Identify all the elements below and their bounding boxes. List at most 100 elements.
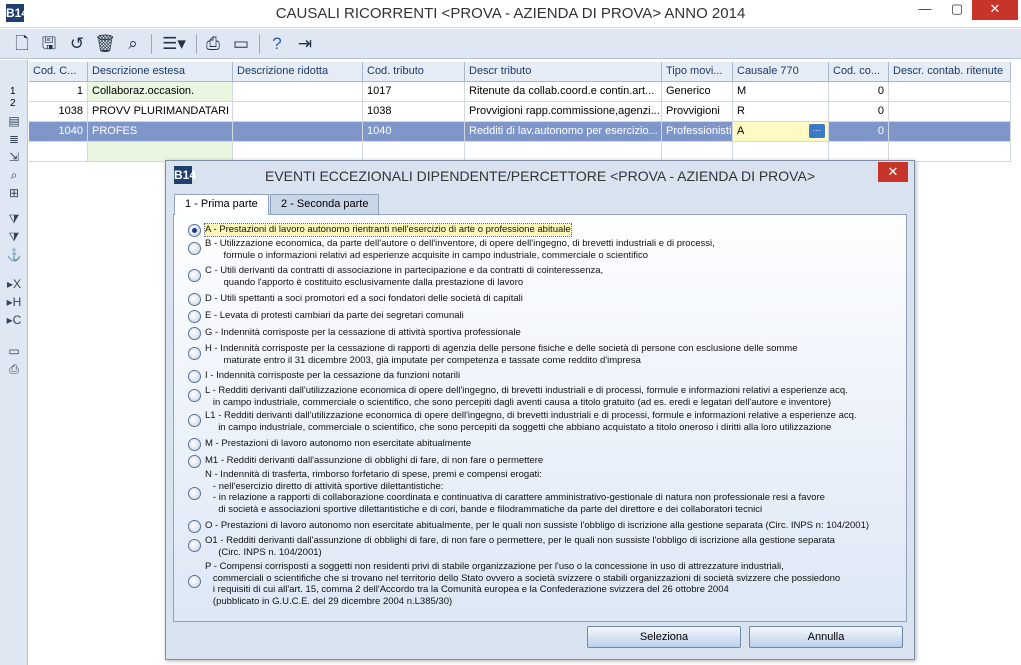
table-row-empty[interactable]	[29, 142, 1011, 162]
grid-cell[interactable]: Provvigioni	[662, 102, 733, 122]
table-row[interactable]: 1 Collaboraz.occasion. 1017 Ritenute da …	[29, 82, 1011, 102]
radio-button[interactable]	[188, 539, 201, 552]
help-icon[interactable]: ?	[265, 32, 289, 56]
find-icon[interactable]: ⌕	[121, 32, 145, 56]
new-icon[interactable]: 🗋	[10, 32, 34, 56]
sort-x-icon[interactable]: ▸X	[4, 276, 24, 292]
grid-cell[interactable]	[889, 122, 1011, 142]
column-header[interactable]: Descr. contab. ritenute	[889, 62, 1011, 82]
table-row[interactable]: 1038 PROVV PLURIMANDATARI 1038 Provvigio…	[29, 102, 1011, 122]
column-header[interactable]: Descr tributo	[465, 62, 662, 82]
undo-icon[interactable]: ↺	[65, 32, 89, 56]
dialog-title: EVENTI ECCEZIONALI DIPENDENTE/PERCETTORE…	[264, 168, 815, 184]
filter-clear-icon[interactable]: ⧩	[4, 229, 24, 245]
grid-cell[interactable]: 0	[829, 102, 889, 122]
radio-button[interactable]	[188, 520, 201, 533]
dialog-close-button[interactable]: ✕	[878, 162, 908, 182]
cancel-button[interactable]: Annulla	[749, 626, 903, 648]
table-row-selected[interactable]: 1040 PROFES 1040 Redditi di lav.autonomo…	[29, 122, 1011, 142]
grid-cell[interactable]: 1038	[363, 102, 465, 122]
print-icon[interactable]: ⎙	[201, 32, 225, 56]
radio-button[interactable]	[188, 224, 201, 237]
columns-icon[interactable]: ☰▾	[158, 32, 190, 56]
sort-h-icon[interactable]: ▸H	[4, 294, 24, 310]
radio-button[interactable]	[188, 455, 201, 468]
maximize-button[interactable]: ▢	[942, 0, 972, 20]
tab-prima-parte[interactable]: 1 - Prima parte	[174, 194, 269, 215]
grid-cell[interactable]	[233, 102, 363, 122]
grid-cell[interactable]: Collaboraz.occasion.	[88, 82, 233, 102]
column-header[interactable]: Causale 770	[733, 62, 829, 82]
radio-button[interactable]	[188, 327, 201, 340]
list-icon[interactable]: ≣	[4, 131, 24, 147]
grid-cell[interactable]: 1040	[363, 122, 465, 142]
save-icon[interactable]: 🖫	[37, 32, 61, 56]
grid-cell[interactable]: Professionisti	[662, 122, 733, 142]
grid-cell[interactable]	[889, 142, 1011, 162]
exit-icon[interactable]: ⇥	[293, 32, 317, 56]
grid-cell[interactable]	[829, 142, 889, 162]
preview-icon[interactable]: ▭	[229, 32, 253, 56]
grid-cell[interactable]	[889, 82, 1011, 102]
radio-button[interactable]	[188, 242, 201, 255]
ellipsis-button[interactable]: ···	[809, 124, 825, 138]
grid-cell[interactable]	[733, 142, 829, 162]
radio-button[interactable]	[188, 389, 201, 402]
insert-row-icon[interactable]: ▤	[4, 113, 24, 129]
grid-cell[interactable]	[889, 102, 1011, 122]
minimize-button[interactable]: —	[910, 0, 940, 20]
grid-cell[interactable]	[29, 142, 88, 162]
grid-cell[interactable]: PROVV PLURIMANDATARI	[88, 102, 233, 122]
close-button[interactable]: ✕	[972, 0, 1018, 20]
grid-cell[interactable]: PROFES	[88, 122, 233, 142]
column-header[interactable]: Cod. tributo	[363, 62, 465, 82]
options-panel: A - Prestazioni di lavoro autonomo rient…	[173, 214, 907, 622]
printer-icon[interactable]: ⎙	[4, 361, 24, 377]
radio-button[interactable]	[188, 438, 201, 451]
radio-button[interactable]	[188, 487, 201, 500]
grid-cell[interactable]: 1017	[363, 82, 465, 102]
column-header[interactable]: Descrizione estesa	[88, 62, 233, 82]
radio-button[interactable]	[188, 414, 201, 427]
grid-cell[interactable]	[465, 142, 662, 162]
grid-cell[interactable]	[363, 142, 465, 162]
radio-button[interactable]	[188, 310, 201, 323]
monitor-icon[interactable]: ▭	[4, 343, 24, 359]
grid-cell[interactable]: M	[733, 82, 829, 102]
grid-cell[interactable]: Redditi di lav.autonomo per esercizio...	[465, 122, 662, 142]
filter-icon[interactable]: ⧩	[4, 211, 24, 227]
radio-button[interactable]	[188, 370, 201, 383]
zoom-icon[interactable]: ⌕	[4, 167, 24, 183]
grid-cell[interactable]: 1038	[29, 102, 88, 122]
column-header[interactable]: Cod. C...	[29, 62, 88, 82]
grid-cell[interactable]	[88, 142, 233, 162]
radio-button[interactable]	[188, 347, 201, 360]
delete-icon[interactable]: 🗑	[93, 32, 117, 56]
grid-cell[interactable]: R	[733, 102, 829, 122]
column-header[interactable]: Descrizione ridotta	[233, 62, 363, 82]
radio-button[interactable]	[188, 293, 201, 306]
grid-cell[interactable]: 0	[829, 122, 889, 142]
column-header[interactable]: Tipo movi...	[662, 62, 733, 82]
grid-icon[interactable]: ⊞	[4, 185, 24, 201]
tab-seconda-parte[interactable]: 2 - Seconda parte	[270, 194, 380, 214]
radio-button[interactable]	[188, 269, 201, 282]
grid-cell[interactable]	[233, 82, 363, 102]
grid-cell[interactable]	[662, 142, 733, 162]
grid-cell[interactable]: 1	[29, 82, 88, 102]
sort-c-icon[interactable]: ▸C	[4, 312, 24, 328]
grid-cell[interactable]	[233, 142, 363, 162]
option-label: I - Indennità corrisposte per la cessazi…	[205, 370, 461, 381]
grid-cell[interactable]	[233, 122, 363, 142]
grid-cell[interactable]: Generico	[662, 82, 733, 102]
grid-cell[interactable]: 0	[829, 82, 889, 102]
anchor-icon[interactable]: ⚓	[4, 247, 24, 263]
select-button[interactable]: Seleziona	[587, 626, 741, 648]
import-icon[interactable]: ⇲	[4, 149, 24, 165]
grid-cell[interactable]: Ritenute da collab.coord.e contin.art...	[465, 82, 662, 102]
column-header[interactable]: Cod. co...	[829, 62, 889, 82]
grid-cell[interactable]: 1040	[29, 122, 88, 142]
causale-770-editor[interactable]: A ···	[733, 122, 829, 142]
grid-cell[interactable]: Provvigioni rapp.commissione,agenzi...	[465, 102, 662, 122]
radio-button[interactable]	[188, 575, 201, 588]
